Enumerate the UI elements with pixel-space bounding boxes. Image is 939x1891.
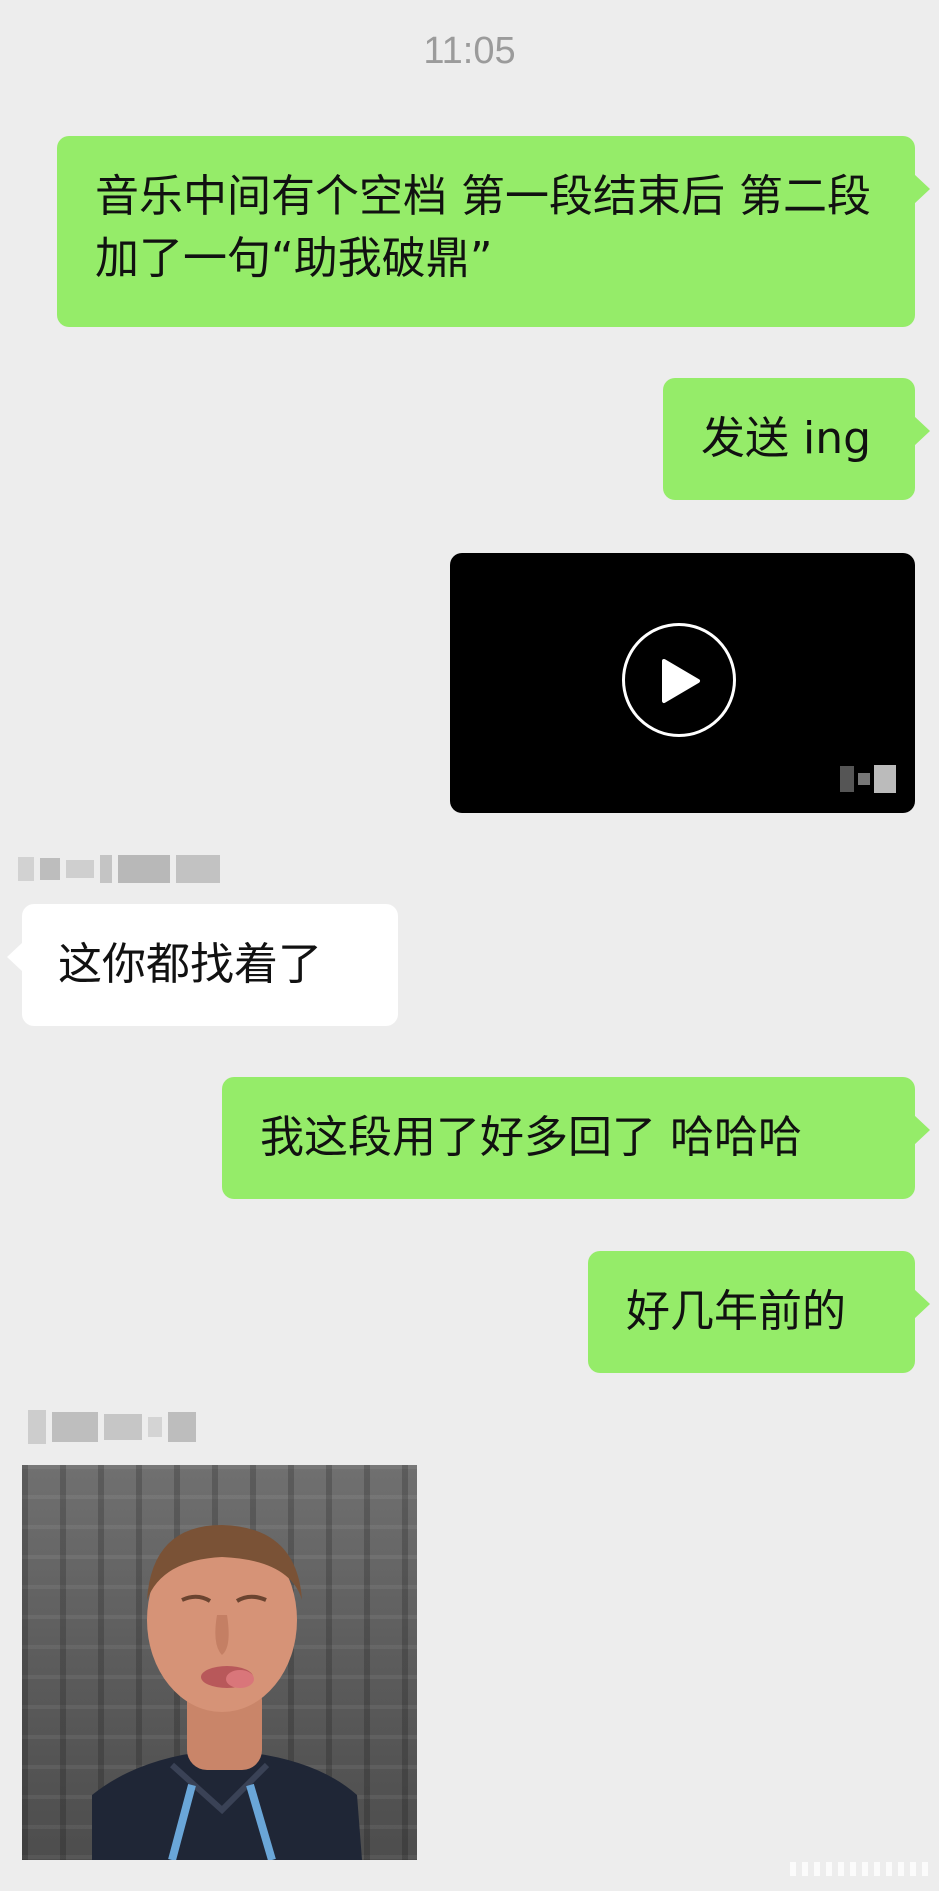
message-text: 我这段用了好多回了 哈哈哈 xyxy=(260,1112,802,1163)
video-duration-blurred xyxy=(840,765,896,793)
message-bubble-6[interactable]: 好几年前的 xyxy=(588,1251,930,1373)
watermark xyxy=(790,1862,930,1876)
video-message[interactable] xyxy=(450,553,915,813)
sticker-image[interactable] xyxy=(22,1465,417,1860)
chat-timestamp: 11:05 xyxy=(423,30,516,72)
man-tongue-out-sticker-icon xyxy=(92,1525,362,1860)
message-text: 发送 ing xyxy=(701,413,872,464)
sender-name-blurred xyxy=(18,855,220,883)
message-bubble-1[interactable]: 音乐中间有个空档 第一段结束后 第二段加了一句“助我破鼎” xyxy=(57,136,930,327)
message-bubble-4[interactable]: 这你都找着了 xyxy=(7,904,398,1026)
message-bubble-2[interactable]: 发送 ing xyxy=(663,378,930,500)
message-text: 这你都找着了 xyxy=(58,939,322,990)
play-button[interactable] xyxy=(622,623,736,737)
sender-name-blurred-2 xyxy=(28,1410,196,1444)
message-bubble-5[interactable]: 我这段用了好多回了 哈哈哈 xyxy=(222,1077,930,1199)
message-text: 好几年前的 xyxy=(626,1286,846,1337)
message-text: 音乐中间有个空档 第一段结束后 第二段加了一句“助我破鼎” xyxy=(95,171,871,284)
play-icon xyxy=(662,659,700,703)
